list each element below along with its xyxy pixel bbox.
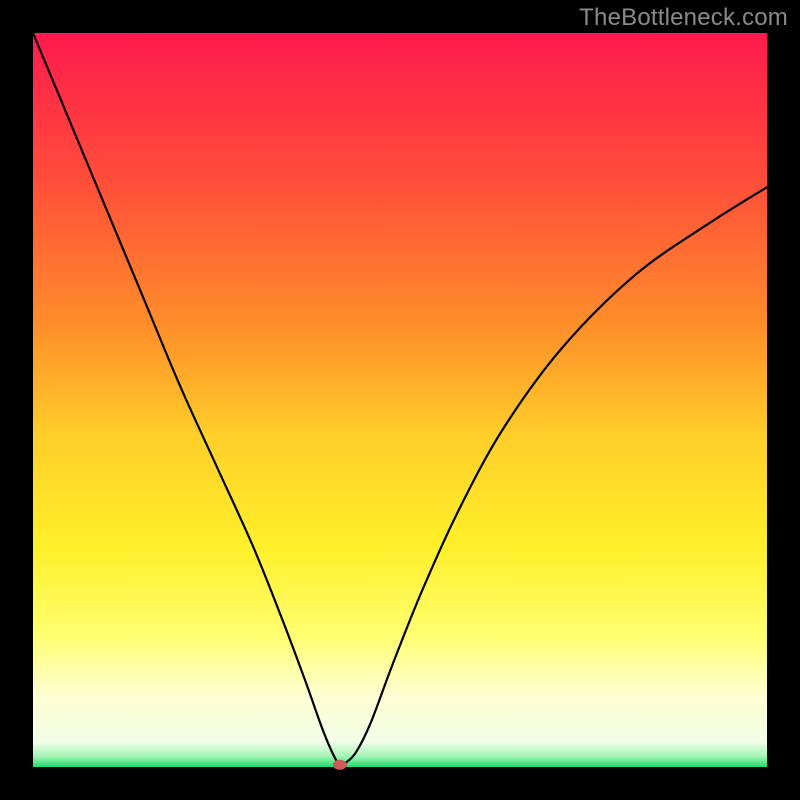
chart-frame: TheBottleneck.com xyxy=(0,0,800,800)
watermark-text: TheBottleneck.com xyxy=(579,4,788,32)
bottleneck-chart xyxy=(0,0,800,800)
plot-area xyxy=(33,33,767,767)
min-marker xyxy=(333,760,347,770)
